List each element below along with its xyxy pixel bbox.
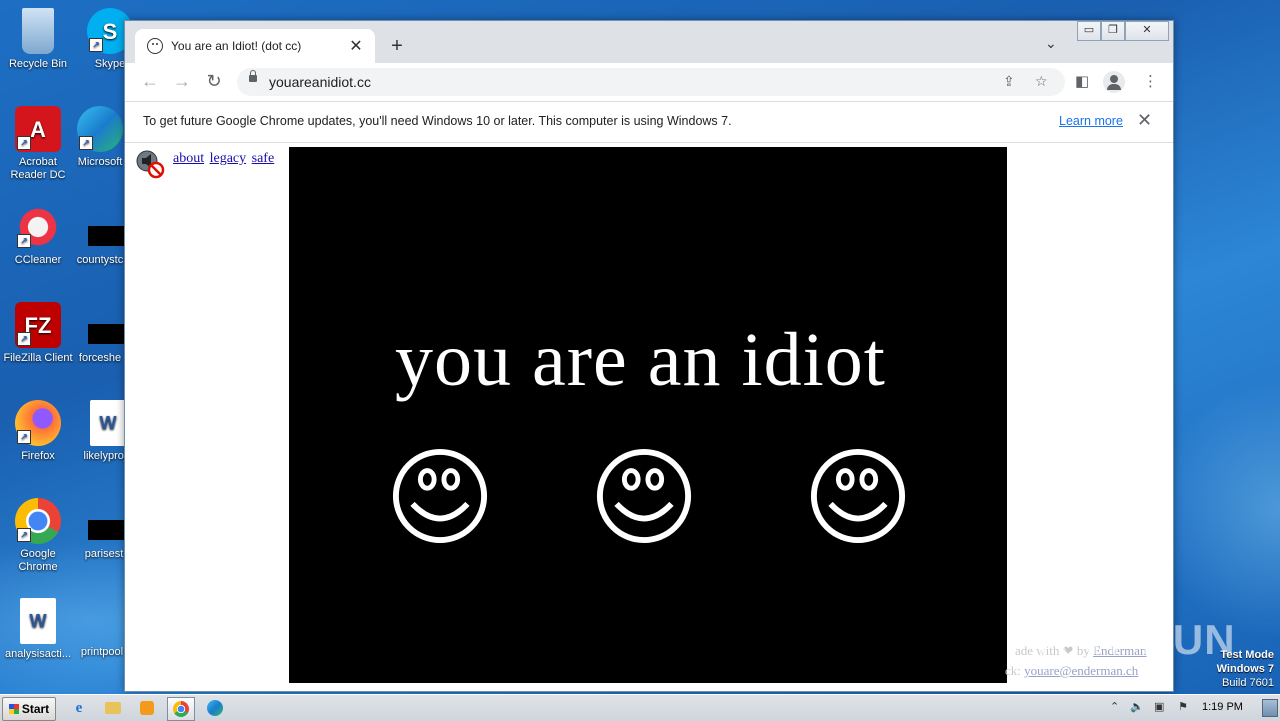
reload-button[interactable]: ↻ bbox=[203, 71, 225, 92]
legacy-link[interactable]: legacy bbox=[210, 151, 247, 166]
test-mode-line: Test Mode bbox=[1220, 649, 1274, 661]
side-panel-icon[interactable]: ◧ bbox=[1075, 72, 1089, 90]
minimize-button[interactable]: ▭ bbox=[1077, 21, 1101, 41]
media-player-taskbar-icon[interactable] bbox=[134, 697, 160, 719]
redacted-icon bbox=[88, 520, 124, 540]
about-link[interactable]: about bbox=[173, 151, 204, 166]
recycle-bin-icon bbox=[22, 8, 54, 54]
start-button[interactable]: Start bbox=[2, 697, 56, 721]
new-tab-button[interactable]: + bbox=[387, 35, 407, 58]
tab-close-icon[interactable]: ✕ bbox=[347, 36, 365, 56]
close-window-button[interactable]: ✕ bbox=[1125, 21, 1169, 41]
tab-title: You are an Idiot! (dot cc) bbox=[171, 39, 302, 53]
smiley-favicon-icon bbox=[147, 38, 163, 54]
lock-icon[interactable] bbox=[249, 70, 257, 82]
filezilla-icon: FZ ↗ bbox=[15, 302, 61, 348]
edge-taskbar-icon[interactable] bbox=[202, 697, 228, 719]
back-button[interactable]: ← bbox=[139, 71, 161, 92]
taskbar-clock[interactable]: 1:19 PM bbox=[1202, 701, 1243, 713]
word-document-icon: W bbox=[20, 598, 56, 644]
desktop-icon-label: Recycle Bin bbox=[8, 58, 68, 70]
chrome-taskbar-icon[interactable] bbox=[167, 697, 195, 721]
browser-toolbar: ← → ↻ youareanidiot.cc ⇪ ☆ ◧ ⋮ bbox=[125, 63, 1173, 101]
address-bar[interactable]: youareanidiot.cc ⇪ ☆ bbox=[237, 68, 1065, 96]
ccleaner-icon: ↗ bbox=[15, 204, 61, 250]
show-desktop-button[interactable] bbox=[1262, 699, 1278, 717]
profile-avatar-icon[interactable] bbox=[1103, 71, 1125, 93]
windows-version-line: Windows 7 bbox=[1216, 663, 1274, 675]
desktop-icon-chrome[interactable]: ↗ Google Chrome bbox=[0, 498, 76, 574]
tray-expand-icon[interactable]: ⌃ bbox=[1110, 700, 1119, 713]
desktop-icon-label: Firefox bbox=[21, 450, 55, 462]
contact-email-link[interactable]: youare@enderman.ch bbox=[1024, 663, 1138, 678]
restore-button[interactable]: ❐ bbox=[1101, 21, 1125, 41]
test-mode-notice: Test Mode Windows 7 Build 7601 bbox=[1217, 648, 1274, 690]
start-label: Start bbox=[21, 702, 50, 716]
chrome-window: You are an Idiot! (dot cc) ✕ + ⌄ ▭ ❐ ✕ ←… bbox=[124, 20, 1174, 692]
desktop-icon-firefox[interactable]: ↗ Firefox bbox=[0, 400, 76, 463]
nav-links: about legacy safe bbox=[173, 151, 276, 167]
infobar-message: To get future Google Chrome updates, you… bbox=[143, 114, 732, 128]
tab-strip: You are an Idiot! (dot cc) ✕ + ⌄ ▭ ❐ ✕ bbox=[125, 21, 1173, 63]
firefox-icon: ↗ bbox=[15, 400, 61, 446]
smiley-face-icon bbox=[392, 448, 488, 544]
chrome-icon: ↗ bbox=[15, 498, 61, 544]
update-infobar: To get future Google Chrome updates, you… bbox=[125, 101, 1173, 143]
internet-explorer-taskbar-icon[interactable]: e bbox=[66, 697, 92, 719]
forward-button[interactable]: → bbox=[171, 71, 193, 92]
redacted-icon bbox=[88, 324, 124, 344]
tab-search-chevron-icon[interactable]: ⌄ bbox=[1045, 35, 1057, 52]
taskbar: Start e ⌃ 🔈 ▣ ⚑ 1:19 PM bbox=[0, 694, 1280, 721]
volume-icon[interactable]: 🔈 bbox=[1130, 700, 1144, 713]
explorer-folder-taskbar-icon[interactable] bbox=[100, 697, 126, 719]
learn-more-link[interactable]: Learn more bbox=[1059, 114, 1123, 128]
network-icon[interactable]: ▣ bbox=[1154, 700, 1164, 713]
build-line: Build 7601 bbox=[1222, 677, 1274, 689]
smiley-face-icon bbox=[596, 448, 692, 544]
smiley-face-icon bbox=[810, 448, 906, 544]
page-content: about legacy safe you are an idiot ade w… bbox=[125, 143, 1173, 691]
windows-logo-icon bbox=[8, 704, 19, 714]
share-icon[interactable]: ⇪ bbox=[1003, 73, 1015, 90]
word-document-icon: W bbox=[90, 400, 126, 446]
footer-contact-label: ck: bbox=[1005, 663, 1021, 678]
muted-speaker-icon[interactable] bbox=[135, 149, 165, 179]
edge-icon: ↗ bbox=[77, 106, 123, 152]
footer-contact: ck: youare@enderman.ch bbox=[1005, 663, 1138, 679]
bookmark-star-icon[interactable]: ☆ bbox=[1035, 73, 1048, 90]
url-text[interactable]: youareanidiot.cc bbox=[269, 74, 371, 90]
redacted-icon bbox=[88, 226, 124, 246]
desktop-icon-label: Google Chrome bbox=[18, 548, 58, 573]
idiot-animation[interactable]: you are an idiot bbox=[289, 147, 1007, 683]
video-text: you are an idiot bbox=[395, 318, 886, 402]
infobar-close-icon[interactable]: ✕ bbox=[1137, 110, 1152, 131]
anyrun-watermark: ANY RUN bbox=[1038, 616, 1236, 663]
desktop-icon-recycle-bin[interactable]: Recycle Bin bbox=[0, 8, 76, 71]
safe-link[interactable]: safe bbox=[252, 151, 275, 166]
action-center-flag-icon[interactable]: ⚑ bbox=[1178, 700, 1188, 713]
menu-kebab-icon[interactable]: ⋮ bbox=[1143, 72, 1158, 90]
acrobat-icon: A ↗ bbox=[15, 106, 61, 152]
tab-you-are-an-idiot[interactable]: You are an Idiot! (dot cc) ✕ bbox=[135, 29, 375, 63]
